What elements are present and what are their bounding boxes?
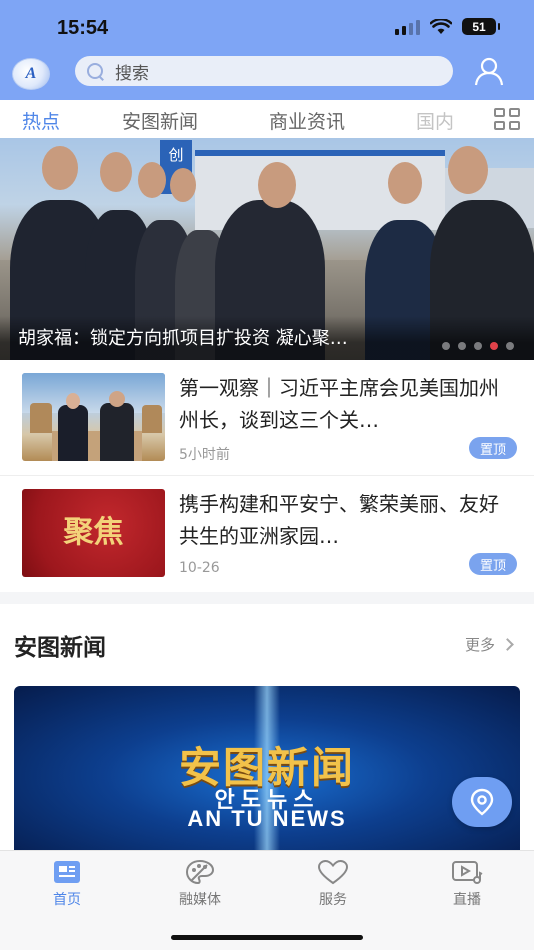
location-float-button[interactable]: [452, 777, 512, 827]
tab-services[interactable]: 服务: [293, 859, 373, 909]
carousel-dot[interactable]: [474, 342, 482, 350]
tab-label: 首页: [53, 892, 81, 908]
search-icon: [85, 61, 105, 81]
carousel-dot[interactable]: [442, 342, 450, 350]
carousel-dot[interactable]: [506, 342, 514, 350]
more-label: 更多: [464, 636, 495, 654]
news-time: 10-26: [179, 560, 220, 576]
tab-label: 融媒体: [179, 892, 221, 908]
news-title: 第一观察｜习近平主席会见美国加州州长，谈到这三个关…: [179, 376, 499, 432]
channel-tabs: 热点 安图新闻 商业资讯 国内: [0, 100, 534, 138]
carousel-dot-active[interactable]: [490, 342, 498, 350]
banner-person-head: [138, 162, 166, 198]
news-thumbnail: [22, 373, 165, 461]
tab-business[interactable]: 商业资讯: [269, 107, 345, 134]
antu-news-video-banner[interactable]: 安图新闻 안도뉴스 AN TU NEWS: [14, 686, 520, 850]
pinned-badge: 置顶: [469, 553, 517, 575]
banner-person-head: [42, 146, 78, 190]
pinned-badge: 置顶: [469, 437, 517, 459]
logo-text: A: [25, 65, 37, 82]
banner-person-head: [100, 152, 132, 192]
tab-label: 直播: [453, 892, 481, 908]
battery-icon: 51: [462, 18, 500, 35]
search-placeholder: 搜索: [115, 63, 149, 84]
banner-person-head: [170, 168, 196, 202]
grid-icon[interactable]: [494, 108, 520, 130]
home-indicator: [171, 935, 363, 940]
news-item[interactable]: 第一观察｜习近平主席会见美国加州州长，谈到这三个关… 5小时前 置顶: [0, 360, 534, 474]
tab-label: 服务: [319, 892, 347, 908]
news-thumbnail: 聚焦: [22, 489, 165, 577]
section-title: 安图新闻: [14, 635, 106, 661]
palette-icon: [185, 859, 215, 885]
news-time: 5小时前: [179, 447, 230, 463]
news-icon: [54, 861, 80, 883]
tab-hot[interactable]: 热点: [22, 107, 60, 134]
status-time: 15:54: [57, 17, 109, 39]
cellular-signal-icon: [395, 19, 420, 35]
video-icon: [452, 861, 483, 884]
tab-live[interactable]: 直播: [427, 859, 507, 909]
user-icon[interactable]: [474, 56, 504, 86]
banner-title: 胡家福：锁定方向抓项目扩投资 凝心聚…: [18, 328, 348, 349]
banner-person-head: [448, 146, 488, 194]
heart-icon: [317, 859, 349, 885]
tab-media[interactable]: 融媒体: [160, 859, 240, 909]
search-bar[interactable]: 搜索: [75, 56, 453, 86]
banner-person-head: [388, 162, 422, 204]
location-pin-icon: [470, 788, 494, 816]
carousel-dots[interactable]: [442, 342, 514, 350]
tab-antu-news[interactable]: 安图新闻: [122, 107, 198, 134]
carousel-dot[interactable]: [458, 342, 466, 350]
app-logo[interactable]: A: [12, 58, 50, 90]
news-title: 携手构建和平安宁、繁荣美丽、友好共生的亚洲家园…: [179, 492, 499, 548]
hero-banner[interactable]: 创 胡家福：锁定方向抓项目扩投资 凝心聚…: [0, 138, 534, 360]
news-list: 第一观察｜习近平主席会见美国加州州长，谈到这三个关… 5小时前 置顶 聚焦 携手…: [0, 360, 534, 592]
chevron-right-icon: [501, 638, 514, 651]
banner-person-head: [258, 162, 296, 208]
header: 15:54 51 A 搜索: [0, 0, 534, 100]
wifi-icon: [430, 18, 452, 34]
news-item[interactable]: 聚焦 携手构建和平安宁、繁荣美丽、友好共生的亚洲家园… 10-26 置顶: [0, 475, 534, 589]
tab-home[interactable]: 首页: [27, 859, 107, 909]
more-link[interactable]: 更多: [464, 634, 514, 655]
status-icons: 51: [395, 18, 500, 35]
thumbnail-text: 聚焦: [63, 515, 124, 550]
video-title-en: AN TU NEWS: [187, 806, 347, 831]
tab-domestic[interactable]: 国内: [416, 107, 454, 134]
